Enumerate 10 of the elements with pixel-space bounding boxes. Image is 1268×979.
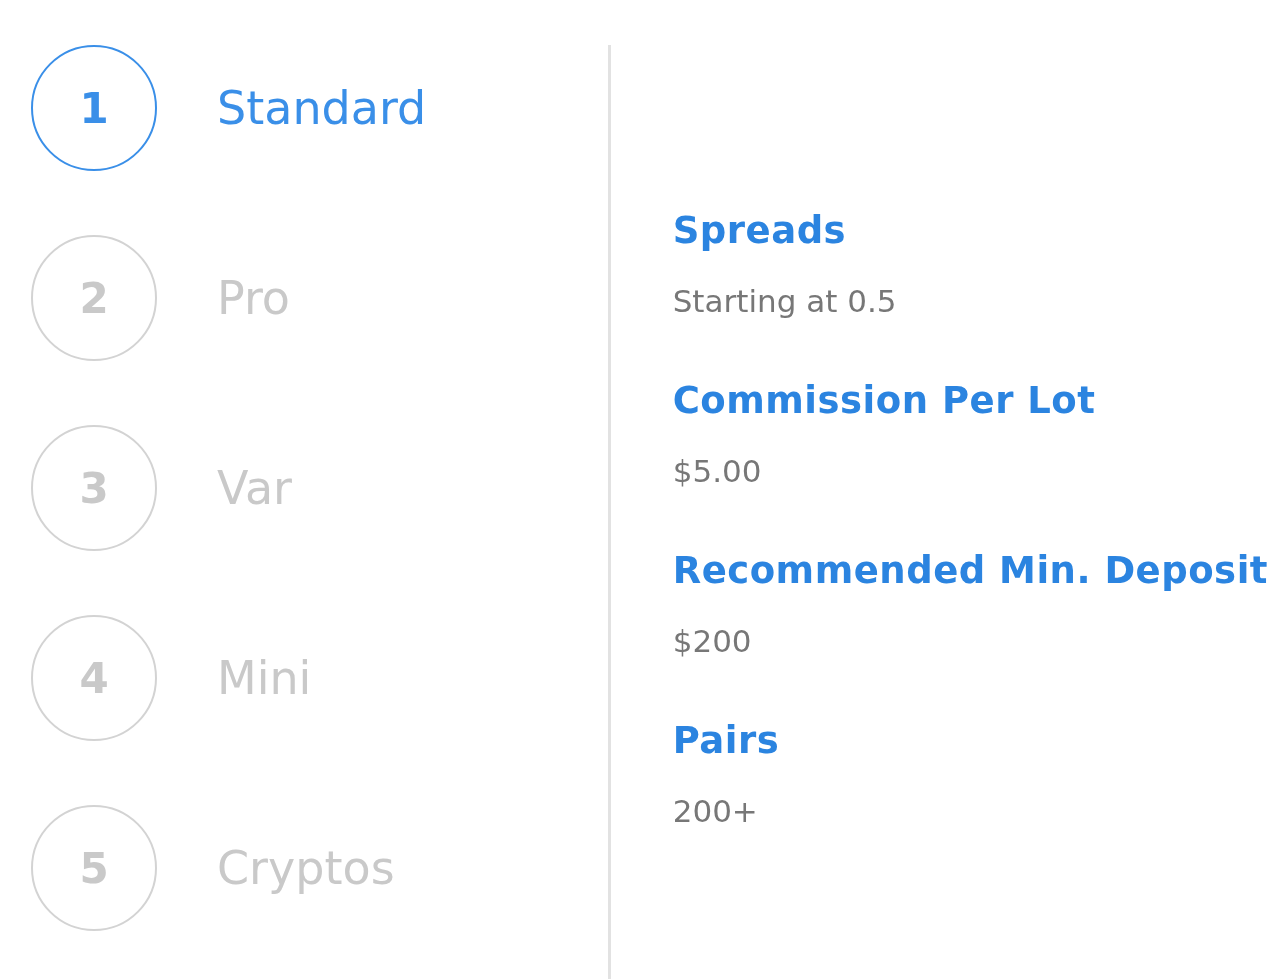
detail-heading: Recommended Min. Deposit bbox=[672, 548, 1268, 594]
detail-heading: Commission Per Lot bbox=[672, 378, 1096, 424]
detail-value: $200 bbox=[672, 622, 752, 661]
account-type-tab[interactable]: Standard bbox=[217, 81, 427, 135]
detail-value: $5.00 bbox=[672, 452, 762, 491]
detail-heading: Spreads bbox=[672, 208, 847, 254]
detail-value: Starting at 0.5 bbox=[672, 282, 897, 321]
detail-heading: Pairs bbox=[672, 718, 780, 764]
step-number-circle[interactable]: 1 bbox=[31, 45, 157, 171]
detail-value: 200+ bbox=[672, 792, 758, 831]
